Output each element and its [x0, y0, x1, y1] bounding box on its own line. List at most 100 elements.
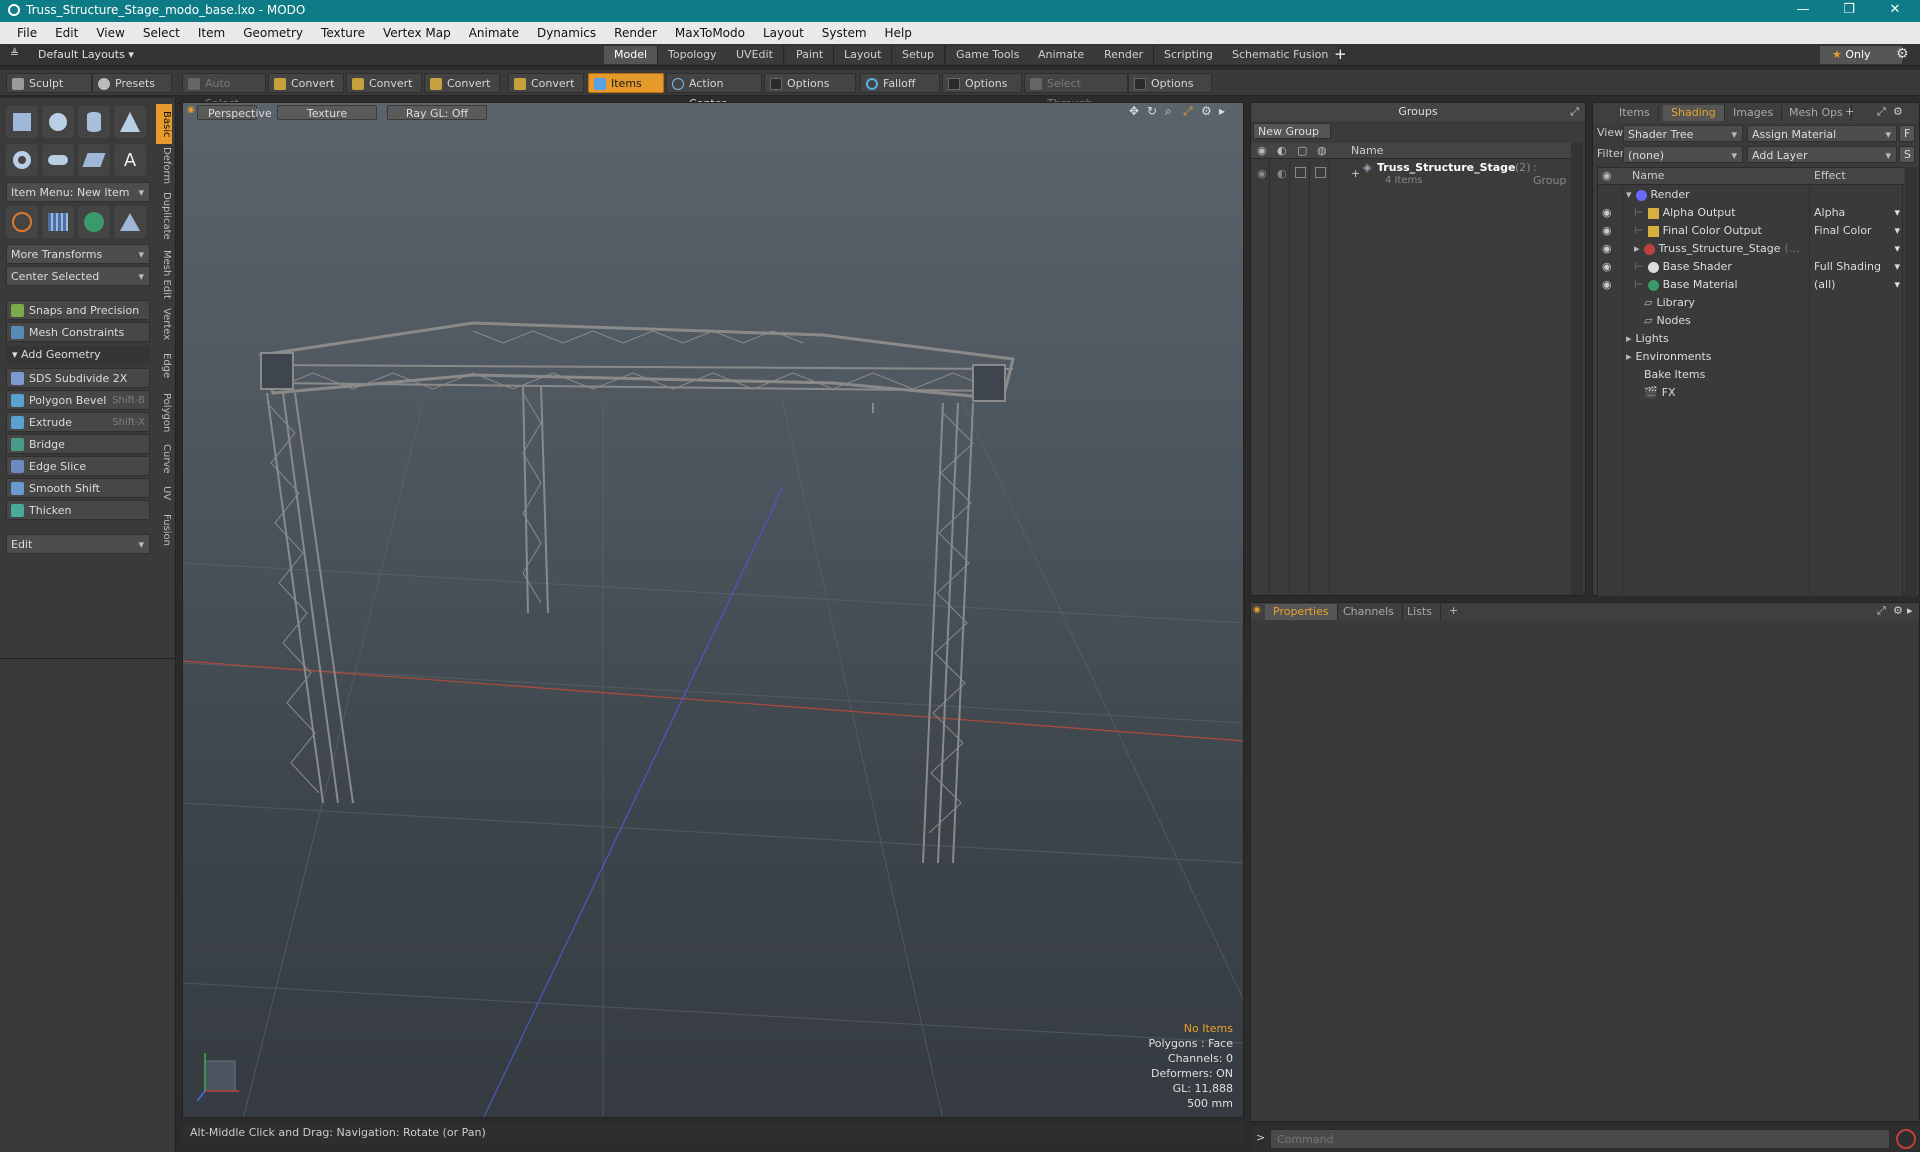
- shading-gear-icon[interactable]: ⚙: [1893, 105, 1903, 118]
- close-button[interactable]: ✕: [1872, 0, 1918, 22]
- filter-dropdown[interactable]: (none): [1623, 146, 1743, 164]
- viewport-menu-icon[interactable]: ◉: [187, 105, 195, 115]
- shader-row-base-material[interactable]: ◉ ⊢ Base Material (all): [1598, 276, 1904, 294]
- menu-system[interactable]: System: [813, 22, 876, 44]
- cone-icon[interactable]: [114, 106, 146, 138]
- viewport-expand-icon[interactable]: ▸: [1219, 104, 1225, 118]
- smooth-shift-button[interactable]: Smooth Shift: [6, 478, 150, 498]
- group-lock-checkbox[interactable]: [1295, 167, 1306, 178]
- default-layouts-dropdown[interactable]: Default Layouts ▾: [38, 48, 134, 61]
- polygon-bevel-button[interactable]: Polygon Bevel Shift-B: [6, 390, 150, 410]
- sds-subdivide-button[interactable]: SDS Subdivide 2X: [6, 368, 150, 388]
- base-material-visibility-icon[interactable]: ◉: [1602, 276, 1612, 294]
- groups-scrollbar[interactable]: [1571, 143, 1583, 595]
- alpha-visibility-icon[interactable]: ◉: [1602, 204, 1612, 222]
- items-mode-button[interactable]: Items: [588, 73, 664, 93]
- only-toggle[interactable]: ★ Only: [1820, 46, 1902, 64]
- globe-icon[interactable]: [78, 206, 110, 238]
- item-menu-dropdown[interactable]: Item Menu: New Item: [6, 182, 150, 203]
- expand-icon[interactable]: ▸: [1634, 240, 1640, 258]
- convert-vertices-button[interactable]: Convert: [268, 73, 344, 93]
- menu-select[interactable]: Select: [134, 22, 189, 44]
- truss-effect-dropdown[interactable]: [1810, 240, 1904, 258]
- tab-channels[interactable]: Channels: [1335, 604, 1403, 620]
- viewport-settings-icon[interactable]: ⚙: [1201, 104, 1212, 118]
- base-shader-effect-dropdown[interactable]: Full Shading: [1810, 258, 1904, 276]
- sidetab-basic[interactable]: Basic: [156, 104, 172, 144]
- torus-icon[interactable]: [6, 144, 38, 176]
- s-button[interactable]: S: [1899, 146, 1915, 163]
- tab-render[interactable]: Render: [1094, 46, 1155, 64]
- action-center-button[interactable]: Action Center: [666, 73, 762, 110]
- texture-button[interactable]: Texture: [277, 105, 377, 120]
- options-button-2[interactable]: Options: [942, 73, 1022, 93]
- base-shader-visibility-icon[interactable]: ◉: [1602, 258, 1612, 276]
- sidetab-mesh-edit[interactable]: Mesh Edit: [156, 246, 172, 302]
- collapse-icon[interactable]: ▾: [1626, 186, 1632, 204]
- sidetab-fusion[interactable]: Fusion: [156, 508, 172, 552]
- tab-setup[interactable]: Setup: [892, 46, 946, 64]
- sphere-icon[interactable]: [42, 106, 74, 138]
- pen-icon[interactable]: [78, 144, 110, 176]
- transform-icon[interactable]: [6, 206, 38, 238]
- properties-gear-icon[interactable]: ⚙: [1893, 604, 1903, 617]
- tab-scripting[interactable]: Scripting: [1154, 46, 1224, 64]
- snaps-precision-button[interactable]: Snaps and Precision: [6, 300, 150, 320]
- final-color-effect-dropdown[interactable]: Final Color: [1810, 222, 1904, 240]
- sidetab-duplicate[interactable]: Duplicate: [156, 188, 172, 244]
- final-color-visibility-icon[interactable]: ◉: [1602, 222, 1612, 240]
- command-input[interactable]: [1270, 1129, 1890, 1149]
- 3d-viewport[interactable]: ◉ Perspective Texture Ray GL: Off ✥ ↻ ⌕ …: [182, 102, 1244, 1118]
- menu-vertex-map[interactable]: Vertex Map: [374, 22, 460, 44]
- settings-gear-icon[interactable]: ⚙: [1896, 46, 1909, 62]
- minimize-button[interactable]: —: [1780, 0, 1826, 22]
- base-material-effect-dropdown[interactable]: (all): [1810, 276, 1904, 294]
- falloff-button[interactable]: Falloff: [860, 73, 940, 93]
- edit-dropdown[interactable]: Edit: [6, 534, 150, 555]
- shader-row-library[interactable]: ▱ Library: [1598, 294, 1904, 312]
- expand-icon[interactable]: ▸: [1626, 330, 1632, 348]
- shader-row-base-shader[interactable]: ◉ ⊢ Base Shader Full Shading: [1598, 258, 1904, 276]
- shading-scrollbar[interactable]: [1905, 167, 1917, 597]
- bridge-button[interactable]: Bridge: [6, 434, 150, 454]
- menu-help[interactable]: Help: [876, 22, 921, 44]
- pyramid-icon[interactable]: [114, 206, 146, 238]
- menu-file[interactable]: File: [8, 22, 46, 44]
- sidetab-vertex[interactable]: Vertex: [156, 304, 172, 344]
- maximize-button[interactable]: ❐: [1826, 0, 1872, 22]
- tab-shading[interactable]: Shading: [1663, 105, 1725, 121]
- shader-row-bake-items[interactable]: Bake Items: [1598, 366, 1904, 384]
- layout-menu-icon[interactable]: ≜: [10, 47, 19, 60]
- sidetab-uv[interactable]: UV: [156, 480, 172, 506]
- options-button-3[interactable]: Options: [1128, 73, 1212, 93]
- tab-paint[interactable]: Paint: [786, 46, 835, 64]
- options-3-checkbox[interactable]: [1134, 78, 1146, 90]
- group-render-icon[interactable]: ◐: [1277, 167, 1287, 180]
- menu-layout[interactable]: Layout: [754, 22, 813, 44]
- group-row[interactable]: ◉ ◐ + ◈ Truss_Structure_Stage (2) : Grou…: [1251, 161, 1571, 191]
- shader-row-truss-material[interactable]: ◉ ▸ Truss_Structure_Stage (...: [1598, 240, 1904, 258]
- rotate-icon[interactable]: ↻: [1147, 104, 1157, 118]
- groups-expand-icon[interactable]: ⤢: [1570, 105, 1579, 119]
- add-geometry-header[interactable]: ▾ Add Geometry: [6, 346, 150, 364]
- tab-model[interactable]: Model: [604, 46, 659, 64]
- tab-uvedit[interactable]: UVEdit: [726, 46, 784, 64]
- options-button-1[interactable]: Options: [764, 73, 856, 93]
- convert-polygons-button[interactable]: Convert: [424, 73, 500, 93]
- pan-icon[interactable]: ✥: [1129, 104, 1139, 118]
- convert-edges-button[interactable]: Convert: [346, 73, 422, 93]
- text-icon[interactable]: A: [114, 144, 146, 176]
- sidetab-deform[interactable]: Deform: [156, 146, 172, 186]
- group-select-checkbox[interactable]: [1315, 167, 1326, 178]
- shading-expand-icon[interactable]: ⤢: [1877, 105, 1886, 119]
- properties-arrow-icon[interactable]: ▸: [1907, 604, 1913, 617]
- add-layer-dropdown[interactable]: Add Layer: [1747, 146, 1897, 164]
- tab-mesh-ops[interactable]: Mesh Ops: [1781, 105, 1852, 121]
- shader-row-lights[interactable]: ▸ Lights: [1598, 330, 1904, 348]
- more-transforms-dropdown[interactable]: More Transforms: [6, 244, 150, 265]
- sculpt-button[interactable]: Sculpt: [6, 73, 92, 93]
- center-selected-dropdown[interactable]: Center Selected: [6, 266, 150, 287]
- perspective-button[interactable]: Perspective: [197, 105, 272, 120]
- tab-items[interactable]: Items: [1611, 105, 1659, 121]
- group-visibility-icon[interactable]: ◉: [1257, 167, 1267, 180]
